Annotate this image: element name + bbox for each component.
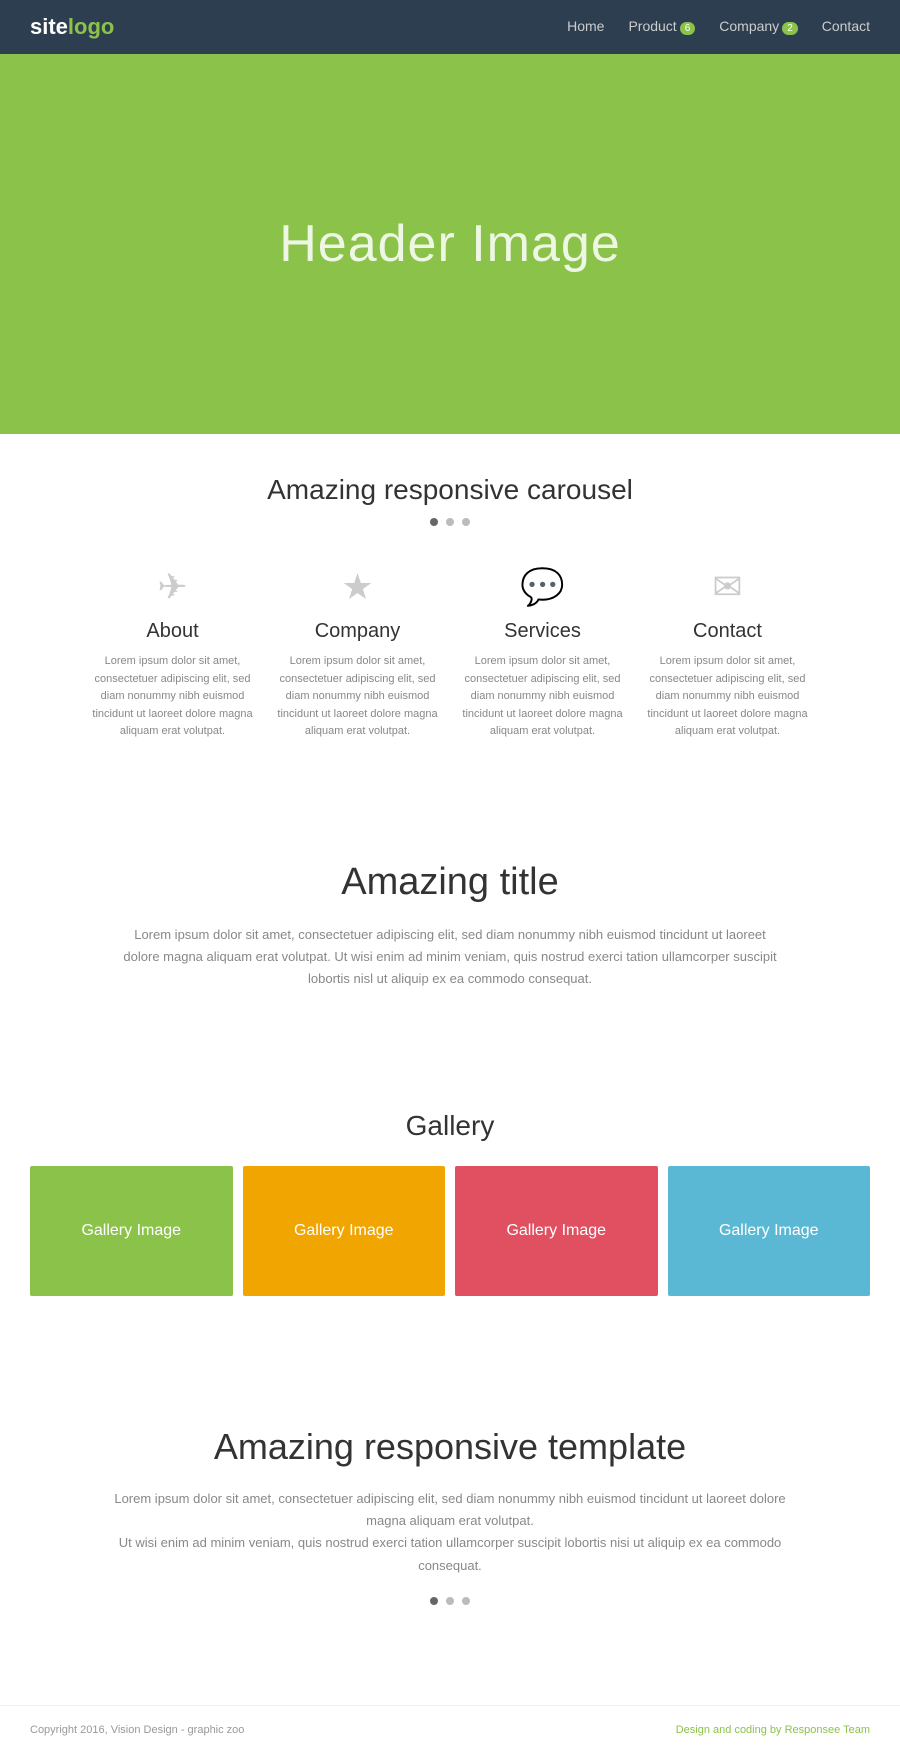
gallery-item-1-label: Gallery Image	[81, 1222, 181, 1240]
template-text: Lorem ipsum dolor sit amet, consectetuer…	[100, 1488, 800, 1576]
nav-item-product[interactable]: Product6	[628, 18, 695, 36]
amazing-title: Amazing title	[120, 861, 780, 904]
template-dot-2[interactable]	[446, 1597, 454, 1605]
nav-link-home[interactable]: Home	[567, 18, 604, 34]
nav-links: Home Product6 Company2 Contact	[567, 18, 870, 36]
logo-text: logo	[68, 14, 114, 39]
footer-copyright: Copyright 2016, Vision Design - graphic …	[30, 1724, 244, 1736]
carousel-dots	[60, 518, 840, 526]
nav-link-product[interactable]: Product6	[628, 18, 695, 34]
feature-services: 💬 Services Lorem ipsum dolor sit amet, c…	[460, 566, 625, 741]
gallery-item-1[interactable]: Gallery Image	[30, 1166, 233, 1296]
logo-site: site	[30, 14, 68, 39]
nav-item-contact[interactable]: Contact	[822, 18, 870, 36]
nav-link-contact[interactable]: Contact	[822, 18, 870, 34]
gallery-item-2-label: Gallery Image	[294, 1222, 394, 1240]
carousel-dot-2[interactable]	[446, 518, 454, 526]
hero-section: Header Image	[0, 54, 900, 434]
gallery-item-3-label: Gallery Image	[506, 1222, 606, 1240]
footer: Copyright 2016, Vision Design - graphic …	[0, 1705, 900, 1754]
feature-about-text: Lorem ipsum dolor sit amet, consectetuer…	[90, 653, 255, 741]
amazing-section: Amazing title Lorem ipsum dolor sit amet…	[0, 791, 900, 1060]
feature-services-text: Lorem ipsum dolor sit amet, consectetuer…	[460, 653, 625, 741]
template-dot-1[interactable]	[430, 1597, 438, 1605]
carousel-dot-3[interactable]	[462, 518, 470, 526]
carousel-section: Amazing responsive carousel ✈ About Lore…	[0, 434, 900, 791]
footer-credit: Design and coding by Responsee Team	[676, 1724, 870, 1736]
carousel-title: Amazing responsive carousel	[60, 474, 840, 506]
company-badge: 2	[782, 22, 798, 35]
nav-item-company[interactable]: Company2	[719, 18, 797, 36]
feature-company-text: Lorem ipsum dolor sit amet, consectetuer…	[275, 653, 440, 741]
contact-icon: ✉	[645, 566, 810, 608]
feature-company: ★ Company Lorem ipsum dolor sit amet, co…	[275, 566, 440, 741]
company-icon: ★	[275, 566, 440, 608]
product-badge: 6	[680, 22, 696, 35]
gallery-item-4[interactable]: Gallery Image	[668, 1166, 871, 1296]
feature-services-title: Services	[460, 620, 625, 643]
feature-about: ✈ About Lorem ipsum dolor sit amet, cons…	[90, 566, 255, 741]
site-logo[interactable]: sitelogo	[30, 14, 114, 40]
feature-contact: ✉ Contact Lorem ipsum dolor sit amet, co…	[645, 566, 810, 741]
amazing-text: Lorem ipsum dolor sit amet, consectetuer…	[120, 924, 780, 990]
feature-contact-title: Contact	[645, 620, 810, 643]
nav-item-home[interactable]: Home	[567, 18, 604, 36]
gallery-item-2[interactable]: Gallery Image	[243, 1166, 446, 1296]
feature-company-title: Company	[275, 620, 440, 643]
hero-title: Header Image	[279, 214, 621, 274]
navbar: sitelogo Home Product6 Company2 Contact	[0, 0, 900, 54]
template-section: Amazing responsive template Lorem ipsum …	[0, 1366, 900, 1704]
template-dot-3[interactable]	[462, 1597, 470, 1605]
feature-about-title: About	[90, 620, 255, 643]
feature-contact-text: Lorem ipsum dolor sit amet, consectetuer…	[645, 653, 810, 741]
nav-link-company[interactable]: Company2	[719, 18, 797, 34]
gallery-title: Gallery	[30, 1110, 870, 1142]
gallery-grid: Gallery Image Gallery Image Gallery Imag…	[30, 1166, 870, 1296]
carousel-dot-1[interactable]	[430, 518, 438, 526]
template-title: Amazing responsive template	[100, 1426, 800, 1468]
gallery-section: Gallery Gallery Image Gallery Image Gall…	[0, 1060, 900, 1366]
gallery-item-3[interactable]: Gallery Image	[455, 1166, 658, 1296]
feature-grid: ✈ About Lorem ipsum dolor sit amet, cons…	[60, 566, 840, 741]
gallery-item-4-label: Gallery Image	[719, 1222, 819, 1240]
template-dots	[100, 1597, 800, 1605]
services-icon: 💬	[460, 566, 625, 608]
about-icon: ✈	[90, 566, 255, 608]
